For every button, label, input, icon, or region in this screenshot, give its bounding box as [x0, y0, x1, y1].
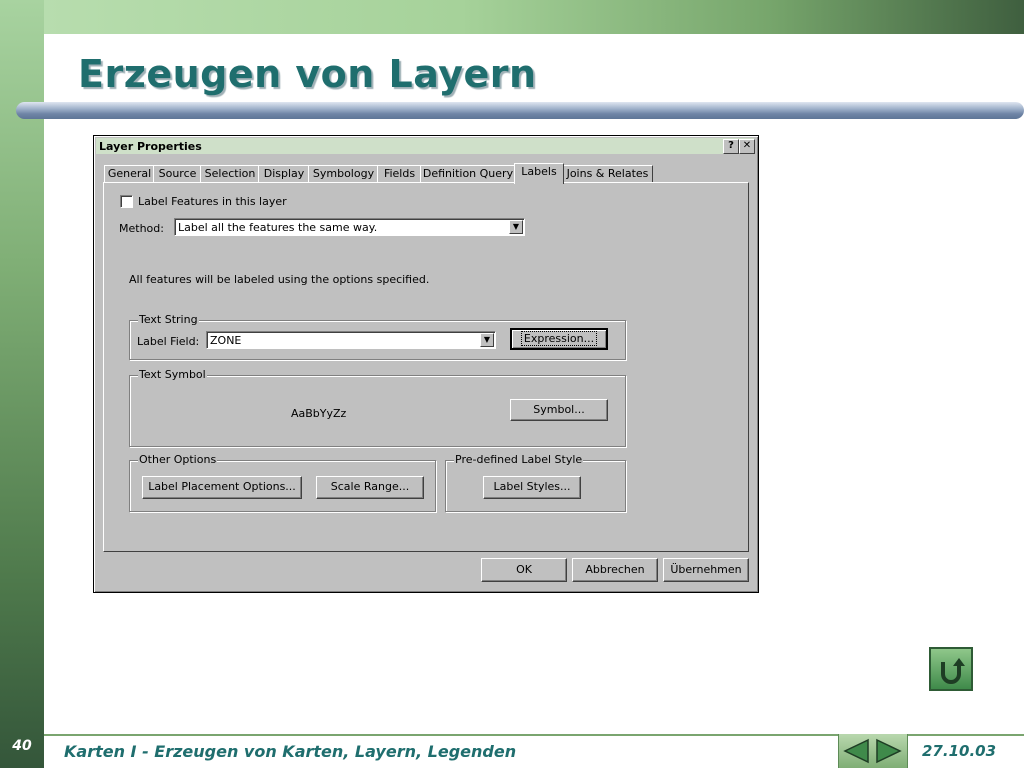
u-turn-arrow-icon: [941, 658, 965, 684]
help-button[interactable]: ?: [723, 139, 739, 154]
method-dropdown[interactable]: Label all the features the same way. ▼: [174, 218, 525, 236]
info-text: All features will be labeled using the o…: [129, 273, 430, 286]
text-string-legend: Text String: [138, 313, 199, 326]
tab-source[interactable]: Source: [153, 165, 202, 183]
label-features-checkbox-row[interactable]: Label Features in this layer: [120, 195, 287, 208]
label-features-label: Label Features in this layer: [138, 195, 287, 208]
tab-display[interactable]: Display: [258, 165, 310, 183]
scale-range-button[interactable]: Scale Range...: [316, 476, 424, 499]
tab-symbology[interactable]: Symbology: [308, 165, 379, 183]
chevron-down-icon[interactable]: ▼: [509, 220, 523, 234]
expression-button-label: Expression...: [520, 331, 598, 346]
footer-title: Karten I - Erzeugen von Karten, Layern, …: [64, 742, 517, 761]
label-field-label: Label Field:: [137, 335, 200, 348]
prev-arrow-icon[interactable]: [841, 737, 871, 765]
predefined-label-style-group: Pre-defined Label Style Label Styles...: [445, 453, 626, 512]
predefined-label-style-legend: Pre-defined Label Style: [454, 453, 584, 466]
slide-number: 40: [12, 738, 32, 754]
dialog-title: Layer Properties: [99, 140, 202, 153]
cancel-button[interactable]: Abbrechen: [572, 558, 658, 582]
chevron-down-icon[interactable]: ▼: [480, 333, 494, 347]
text-string-group: Text String Label Field: ZONE ▼ Expressi…: [129, 313, 626, 360]
close-button[interactable]: ✕: [739, 139, 755, 154]
tab-labels[interactable]: Labels: [514, 163, 564, 184]
label-styles-button[interactable]: Label Styles...: [483, 476, 581, 499]
tab-general[interactable]: General: [104, 165, 155, 183]
ok-button[interactable]: OK: [481, 558, 567, 582]
method-label: Method:: [119, 222, 164, 235]
dialog-titlebar: Layer Properties ? ✕: [96, 138, 755, 154]
tab-fields[interactable]: Fields: [377, 165, 422, 183]
slide-navigation: [838, 734, 908, 768]
expression-button[interactable]: Expression...: [510, 328, 608, 350]
slide-title: Erzeugen von Layern: [78, 52, 537, 96]
method-value: Label all the features the same way.: [178, 221, 378, 234]
footer-date: 27.10.03: [922, 742, 997, 760]
label-features-checkbox[interactable]: [120, 195, 133, 208]
apply-button[interactable]: Übernehmen: [663, 558, 749, 582]
symbol-button[interactable]: Symbol...: [510, 399, 608, 421]
top-gradient-bar: [0, 0, 1024, 34]
next-arrow-icon[interactable]: [874, 737, 904, 765]
title-divider: [16, 102, 1024, 119]
text-symbol-legend: Text Symbol: [138, 368, 207, 381]
layer-properties-dialog: Layer Properties ? ✕ General Source Sele…: [93, 135, 759, 593]
label-placement-options-button[interactable]: Label Placement Options...: [142, 476, 302, 499]
label-field-dropdown[interactable]: ZONE ▼: [206, 331, 496, 349]
label-field-value: ZONE: [210, 334, 242, 347]
tab-selection[interactable]: Selection: [200, 165, 260, 183]
symbol-sample: AaBbYyZz: [291, 407, 347, 420]
return-icon[interactable]: [929, 647, 973, 691]
tab-definition-query[interactable]: Definition Query: [420, 165, 516, 183]
other-options-legend: Other Options: [138, 453, 218, 466]
other-options-group: Other Options Label Placement Options...…: [129, 453, 436, 512]
tab-joins-relates[interactable]: Joins & Relates: [562, 165, 653, 183]
text-symbol-group: Text Symbol AaBbYyZz Symbol...: [129, 368, 626, 447]
labels-tab-panel: Label Features in this layer Method: Lab…: [103, 182, 749, 552]
